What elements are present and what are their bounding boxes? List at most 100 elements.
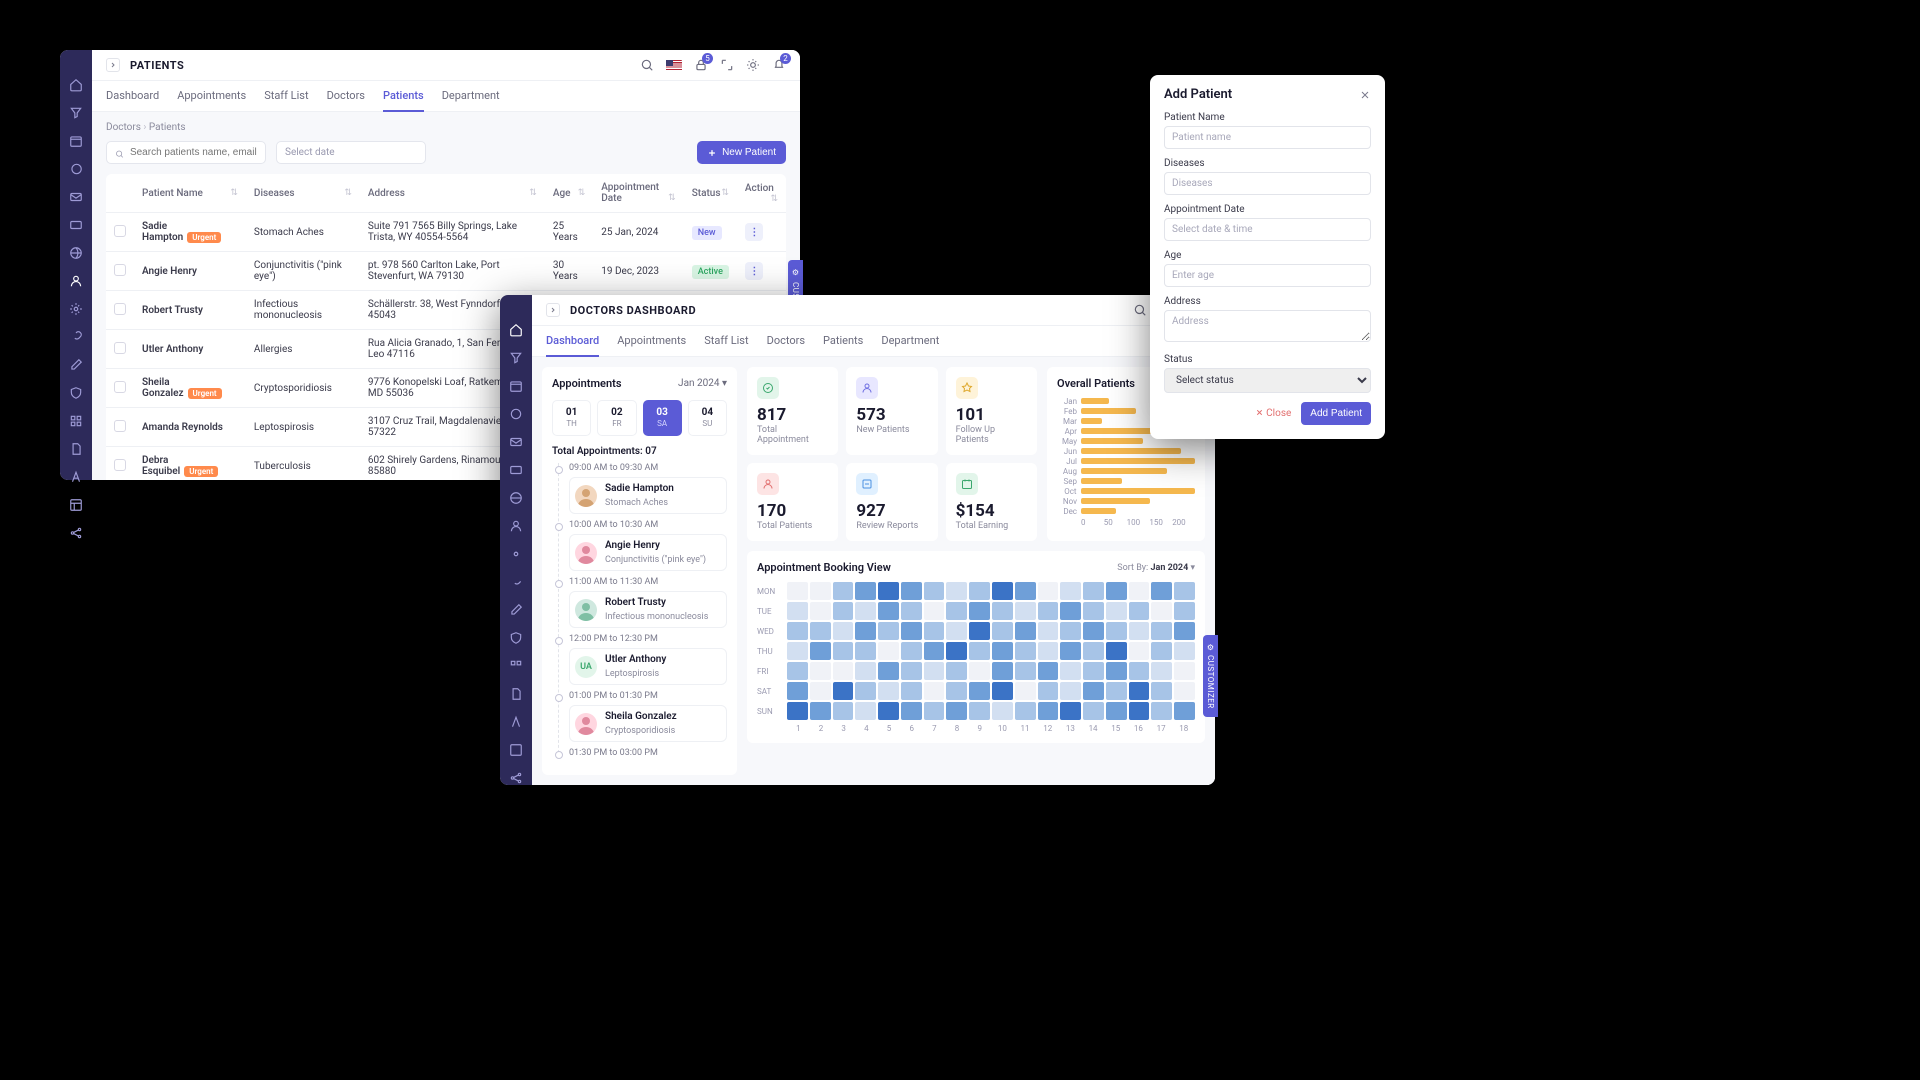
heatmap-cell[interactable] [1083, 582, 1104, 600]
heatmap-cell[interactable] [787, 682, 808, 700]
patient-name-input[interactable] [1164, 126, 1371, 149]
heatmap-cell[interactable] [969, 622, 990, 640]
doc-icon[interactable] [509, 687, 523, 701]
heatmap-cell[interactable] [833, 602, 854, 620]
row-checkbox[interactable] [114, 303, 126, 315]
heatmap-cell[interactable] [1060, 602, 1081, 620]
heatmap-cell[interactable] [1151, 602, 1172, 620]
date-pick[interactable]: 04SU [688, 400, 727, 436]
collapse-sidebar-button[interactable] [546, 303, 560, 317]
appointment-card[interactable]: UAUtler AnthonyLeptospirosis [569, 648, 727, 685]
heatmap-cell[interactable] [855, 682, 876, 700]
heatmap-cell[interactable] [969, 682, 990, 700]
heatmap-cell[interactable] [855, 582, 876, 600]
heatmap-cell[interactable] [901, 582, 922, 600]
home-icon[interactable] [509, 323, 523, 337]
search-input[interactable] [130, 147, 257, 158]
heatmap-cell[interactable] [1015, 662, 1036, 680]
row-checkbox[interactable] [114, 225, 126, 237]
tab-department[interactable]: Department [881, 326, 939, 356]
heatmap-cell[interactable] [855, 622, 876, 640]
heatmap-cell[interactable] [1038, 582, 1059, 600]
heatmap-cell[interactable] [946, 682, 967, 700]
notification-icon[interactable]: 2 [772, 58, 786, 72]
heatmap-cell[interactable] [992, 662, 1013, 680]
heatmap-cell[interactable] [787, 602, 808, 620]
heatmap-cell[interactable] [1151, 682, 1172, 700]
tab-staff-list[interactable]: Staff List [704, 326, 748, 356]
heatmap-cell[interactable] [1174, 602, 1195, 620]
tab-patients[interactable]: Patients [383, 81, 424, 112]
heatmap-cell[interactable] [1174, 702, 1195, 720]
heatmap-cell[interactable] [1015, 622, 1036, 640]
heatmap-cell[interactable] [1038, 602, 1059, 620]
heatmap-cell[interactable] [878, 702, 899, 720]
close-button[interactable]: Close [1255, 408, 1292, 419]
heatmap-cell[interactable] [855, 642, 876, 660]
appointment-card[interactable]: Sadie HamptonStomach Aches [569, 477, 727, 514]
heatmap-cell[interactable] [901, 602, 922, 620]
heatmap-cell[interactable] [901, 702, 922, 720]
heatmap-cell[interactable] [924, 602, 945, 620]
tab-dashboard[interactable]: Dashboard [546, 326, 599, 357]
expand-icon[interactable] [720, 58, 734, 72]
tab-department[interactable]: Department [442, 81, 500, 111]
mail-icon[interactable] [69, 190, 83, 204]
row-action-button[interactable]: ⋮ [745, 223, 763, 241]
layout-icon[interactable] [69, 498, 83, 512]
heatmap-cell[interactable] [810, 602, 831, 620]
heatmap-cell[interactable] [1129, 622, 1150, 640]
heatmap-cell[interactable] [878, 622, 899, 640]
date-pick[interactable]: 02FR [597, 400, 636, 436]
row-action-button[interactable]: ⋮ [745, 262, 763, 280]
heatmap-cell[interactable] [1151, 702, 1172, 720]
heatmap-cell[interactable] [1106, 662, 1127, 680]
heatmap-cell[interactable] [1038, 662, 1059, 680]
appointment-card[interactable]: Robert TrustyInfectious mononucleosis [569, 591, 727, 628]
mail-icon[interactable] [509, 435, 523, 449]
customizer-tab[interactable]: ⚙ CUSTOMIZER [1203, 635, 1218, 717]
heatmap-cell[interactable] [1083, 602, 1104, 620]
heatmap-cell[interactable] [1060, 582, 1081, 600]
tab-dashboard[interactable]: Dashboard [106, 81, 159, 111]
calendar-icon[interactable] [509, 379, 523, 393]
card-icon[interactable] [69, 218, 83, 232]
heatmap-cell[interactable] [1060, 702, 1081, 720]
heatmap-cell[interactable] [1174, 662, 1195, 680]
heatmap-cell[interactable] [969, 642, 990, 660]
heatmap-cell[interactable] [1174, 582, 1195, 600]
shield-icon[interactable] [509, 631, 523, 645]
heatmap-cell[interactable] [946, 582, 967, 600]
heatmap-cell[interactable] [1129, 682, 1150, 700]
heatmap-cell[interactable] [946, 642, 967, 660]
row-checkbox[interactable] [114, 420, 126, 432]
grid-icon[interactable] [509, 659, 523, 673]
heatmap-cell[interactable] [878, 662, 899, 680]
globe-icon[interactable] [69, 246, 83, 260]
filter-icon[interactable] [69, 106, 83, 120]
heatmap-cell[interactable] [1083, 682, 1104, 700]
tab-appointments[interactable]: Appointments [177, 81, 246, 111]
heatmap-cell[interactable] [992, 702, 1013, 720]
layout-icon[interactable] [509, 743, 523, 757]
row-checkbox[interactable] [114, 459, 126, 471]
heatmap-cell[interactable] [1151, 582, 1172, 600]
grid-icon[interactable] [69, 414, 83, 428]
heatmap-cell[interactable] [992, 602, 1013, 620]
heatmap-cell[interactable] [924, 662, 945, 680]
home-icon[interactable] [69, 78, 83, 92]
pen-icon[interactable] [509, 603, 523, 617]
heatmap-cell[interactable] [1129, 702, 1150, 720]
column-header[interactable]: Diseases⇅ [246, 174, 360, 213]
column-header[interactable]: Action⇅ [737, 174, 786, 213]
heatmap-cell[interactable] [946, 662, 967, 680]
heatmap-cell[interactable] [810, 682, 831, 700]
tab-staff-list[interactable]: Staff List [264, 81, 308, 111]
chat-icon[interactable] [69, 162, 83, 176]
heatmap-cell[interactable] [833, 702, 854, 720]
font-icon[interactable] [69, 470, 83, 484]
heatmap-cell[interactable] [1060, 662, 1081, 680]
heatmap-cell[interactable] [901, 662, 922, 680]
users-icon[interactable] [69, 274, 83, 288]
heatmap-cell[interactable] [1083, 662, 1104, 680]
